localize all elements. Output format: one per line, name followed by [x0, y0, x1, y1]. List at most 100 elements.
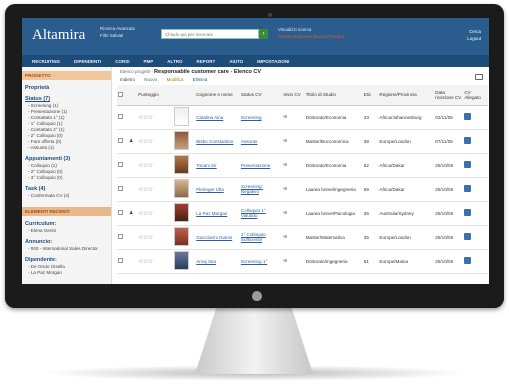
col-attach[interactable]: CV Allegato — [463, 85, 488, 106]
col-region[interactable]: Regione/Provincia — [378, 85, 435, 106]
rating-stars[interactable]: ☆☆☆ — [137, 201, 173, 226]
col-send[interactable]: Invio CV — [282, 85, 305, 106]
send-icon[interactable]: ✉ — [282, 105, 305, 130]
table-row[interactable]: ☆☆☆ Catalina Aina Screening ✉ Dottorato/… — [117, 105, 488, 130]
rating-stars[interactable]: ☆☆☆ — [137, 129, 173, 154]
status-link[interactable]: Presentazione — [239, 153, 283, 178]
send-icon[interactable]: ✉ — [282, 129, 305, 154]
row-checkbox[interactable] — [118, 114, 123, 119]
sidebar-item[interactable]: - 000 - International Sales Director — [28, 246, 111, 252]
table-row[interactable]: ♟ ☆☆☆ Bisbo Constantino Assunto ✉ Master… — [117, 129, 488, 154]
status-link[interactable]: Screening — [239, 105, 283, 130]
table-row[interactable]: ☆☆☆ Guicciarini Gianni 1° Colloquio Suff… — [117, 225, 488, 250]
candidate-name[interactable]: Bisbo Constantino — [195, 129, 240, 154]
row-checkbox[interactable] — [118, 162, 123, 167]
header-menu-item[interactable]: Ricerca Avanzata — [100, 25, 135, 32]
send-icon[interactable]: ✉ — [282, 177, 305, 202]
send-icon[interactable]: ✉ — [282, 201, 305, 226]
rating-stars[interactable]: ☆☆☆ — [137, 177, 173, 202]
table-row[interactable]: ☆☆☆ Pieringer Ulla Screening: Negativo ✉… — [117, 177, 488, 202]
status-link[interactable]: 1° Colloquio Sufficiente — [239, 225, 283, 250]
rating-stars[interactable]: ☆☆☆ — [137, 225, 173, 250]
send-icon[interactable]: ✉ — [282, 153, 305, 178]
nav-item-altro[interactable]: ALTRO — [167, 59, 182, 64]
nav-item-pmp[interactable]: PMP — [144, 59, 154, 64]
row-checkbox[interactable] — [118, 258, 123, 263]
candidate-name[interactable]: Guicciarini Gianni — [195, 225, 240, 250]
date-cell: 07/11/05 — [434, 129, 464, 154]
col-study[interactable]: Titolo di Studio — [304, 85, 363, 106]
candidate-photo — [173, 155, 189, 174]
sidebar-item[interactable]: - Elena Gerini — [28, 228, 111, 234]
search-input[interactable]: Chiudo qui per ricercare — [161, 29, 259, 39]
select-all-checkbox[interactable] — [118, 91, 123, 97]
col-photo — [172, 85, 196, 106]
status-link[interactable]: Colloquio 1° Valutato — [239, 201, 283, 226]
sidebar-heading[interactable]: Appuntamenti (3) — [25, 156, 111, 162]
nav-item-dipendenti[interactable]: DIPENDENTI — [74, 59, 101, 64]
logout-link[interactable]: Logout — [467, 35, 481, 42]
brand-logo[interactable]: Altamira — [32, 27, 85, 44]
sidebar-heading[interactable]: Status (7) — [25, 96, 111, 102]
status-link[interactable]: Assunto — [239, 129, 283, 154]
rating-stars[interactable]: ☆☆☆ — [137, 153, 173, 178]
nav-item-impostazioni[interactable]: IMPOSTAZIONI — [257, 59, 289, 64]
breadcrumb-link[interactable]: Elenco progetti - — [120, 69, 153, 74]
status-link[interactable]: Screening: Negativo — [239, 177, 283, 202]
header-menu-item[interactable]: Filtri Salvati — [100, 32, 135, 39]
candidate-name[interactable]: Tonani Sir — [195, 153, 240, 178]
back-button[interactable]: Indietro — [120, 77, 135, 82]
print-icon[interactable] — [475, 74, 483, 80]
cv-attachment-icon[interactable] — [464, 257, 472, 264]
sidebar-section-recenti: ELEMENTI RECENTI — [22, 207, 111, 216]
sidebar-heading[interactable]: Task (4) — [25, 186, 111, 192]
cv-attachment-icon[interactable] — [464, 185, 472, 192]
row-checkbox[interactable] — [118, 234, 123, 239]
candidate-name[interactable]: Amaj Sira — [195, 249, 240, 274]
row-checkbox[interactable] — [118, 186, 123, 191]
rating-stars[interactable]: ☆☆☆ — [137, 105, 173, 130]
nav-item-recruiting[interactable]: RECRUITING — [32, 59, 60, 64]
age-cell: 35 — [362, 225, 379, 250]
sidebar-item[interactable]: - 3° Colloquio (0) — [28, 175, 111, 181]
table-row[interactable]: ☆☆☆ Amaj Sira Screening 1° ✉ Dottorato/I… — [117, 249, 488, 274]
row-checkbox[interactable] — [118, 138, 123, 143]
col-date[interactable]: Data ricezione CV — [434, 85, 464, 106]
candidate-name[interactable]: Catalina Aina — [195, 105, 240, 130]
col-select[interactable] — [117, 85, 129, 106]
table-row[interactable]: ☆☆☆ Tonani Sir Presentazione ✉ Dottorato… — [117, 153, 488, 178]
cv-attachment-icon[interactable] — [464, 209, 472, 216]
cv-attachment-icon[interactable] — [464, 113, 472, 120]
sidebar: PROGETTO Proprietà Status (7) - Screenin… — [22, 67, 112, 284]
study-cell: Master/Matematica — [304, 225, 363, 250]
edit-button[interactable]: Modifica — [167, 77, 184, 82]
rating-stars[interactable]: ☆☆☆ — [137, 249, 173, 274]
row-checkbox[interactable] — [118, 210, 123, 215]
new-button[interactable]: Nuovo — [144, 77, 157, 82]
nav-item-report[interactable]: REPORT — [196, 59, 215, 64]
col-score[interactable]: Punteggio — [137, 85, 173, 106]
candidate-name[interactable]: La Paz Morgan — [195, 201, 240, 226]
delete-button[interactable]: Elimina — [193, 77, 208, 82]
sidebar-item[interactable]: - La Paz Morgan — [28, 270, 111, 276]
col-status[interactable]: Status CV — [239, 85, 283, 106]
header-link[interactable]: Cerca — [467, 28, 481, 35]
send-icon[interactable]: ✉ — [282, 249, 305, 274]
col-age[interactable]: Età — [362, 85, 379, 106]
sidebar-item[interactable]: - Confermata CV (4) — [28, 193, 111, 199]
apple-logo-icon — [252, 291, 262, 301]
cv-attachment-icon[interactable] — [464, 161, 472, 168]
nav-item-corsi[interactable]: CORSI — [115, 59, 129, 64]
cv-attachment-icon[interactable] — [464, 137, 472, 144]
table-row[interactable]: ♟ ☆☆☆ La Paz Morgan Colloquio 1° Valutat… — [117, 201, 488, 226]
candidate-name[interactable]: Pieringer Ulla — [195, 177, 240, 202]
user-info: Visualizzi ricerca Cliente Business (Nuo… — [278, 27, 345, 39]
send-icon[interactable]: ✉ — [282, 225, 305, 250]
status-link[interactable]: Screening 1° — [239, 249, 283, 274]
cv-attachment-icon[interactable] — [464, 233, 472, 240]
search-button[interactable]: › — [259, 29, 268, 39]
date-cell: 25/10/05 — [434, 201, 464, 226]
col-name[interactable]: Cognome e nome — [195, 85, 240, 106]
nav-item-aiuto[interactable]: AIUTO — [229, 59, 243, 64]
sidebar-item[interactable]: - Assunto (1) — [28, 145, 111, 151]
